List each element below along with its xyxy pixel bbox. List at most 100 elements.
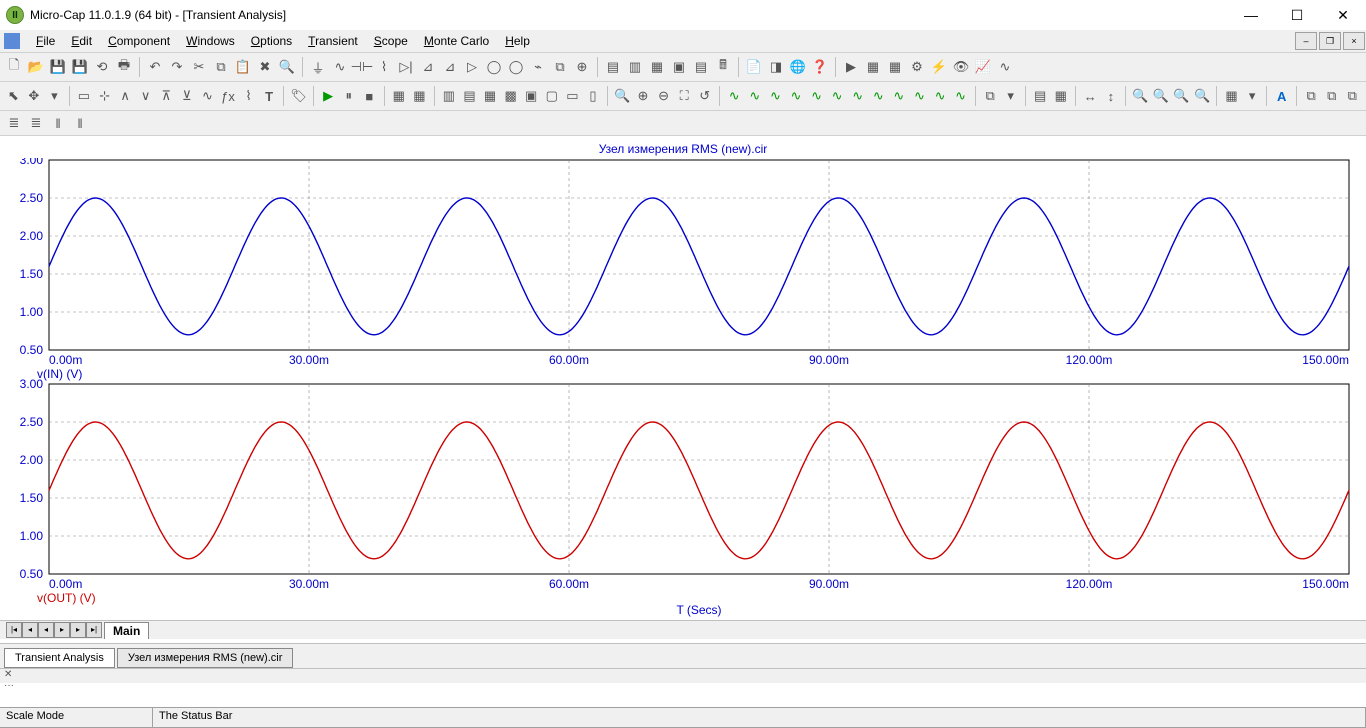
redo-icon[interactable]: ↷ [167,57,187,77]
menu-options[interactable]: Options [243,32,300,50]
scale-icon[interactable]: ▭ [75,86,94,106]
clip3-icon[interactable]: ⧉ [1343,86,1362,106]
xfmr-icon[interactable]: ⧉ [550,57,570,77]
cascade-icon[interactable]: ▦ [647,57,667,77]
mdi-minimize[interactable]: – [1295,32,1317,50]
menu-transient[interactable]: Transient [300,32,366,50]
zoomy-in-icon[interactable]: 🔍 [1172,86,1191,106]
tile-h-icon[interactable]: ▤ [603,57,623,77]
help-globe-icon[interactable]: ❓ [810,57,830,77]
menu-edit[interactable]: Edit [63,32,100,50]
plot-canvas[interactable]: 0.501.001.502.002.503.000.00m30.00m60.00… [5,158,1361,618]
resistor-icon[interactable]: ∿ [330,57,350,77]
numeric-icon[interactable]: ▦ [390,86,409,106]
go-icon[interactable]: ▶ [319,86,338,106]
grid4-icon[interactable]: ▩ [501,86,520,106]
wave9-icon[interactable]: ∿ [890,86,909,106]
high-icon[interactable]: ⊼ [157,86,176,106]
tile-v-icon[interactable]: ▥ [625,57,645,77]
stepping-icon[interactable]: ▦ [885,57,905,77]
nav-prev2-icon[interactable]: ◂ [38,622,54,638]
nav-next-icon[interactable]: ▸ [54,622,70,638]
stop-icon[interactable]: ■ [360,86,379,106]
fft-icon[interactable]: ∿ [995,57,1015,77]
mdi-close[interactable]: × [1343,32,1365,50]
close-button[interactable]: ✕ [1320,0,1366,30]
grid5-icon[interactable]: ▣ [522,86,541,106]
mdi-icon[interactable] [4,33,20,49]
npn-icon[interactable]: ⊿ [418,57,438,77]
nav-next2-icon[interactable]: ▸ [70,622,86,638]
opamp-icon[interactable]: ▷ [462,57,482,77]
zoomx-in-icon[interactable]: 🔍 [1131,86,1150,106]
maximize-button[interactable]: ☐ [1274,0,1320,30]
3d-icon[interactable]: ◨ [766,57,786,77]
inductor-icon[interactable]: ⌇ [374,57,394,77]
align-left-icon[interactable]: ≣ [4,113,24,133]
diode-icon[interactable]: ▷| [396,57,416,77]
grid1-icon[interactable]: ▥ [440,86,459,106]
wave8-icon[interactable]: ∿ [869,86,888,106]
vcursor-icon[interactable]: ↕ [1102,86,1121,106]
window-list-icon[interactable]: ▤ [691,57,711,77]
panel-close-strip[interactable]: ✕··· [0,668,1366,683]
open-icon[interactable]: 📂 [26,57,46,77]
grid7-icon[interactable]: ▭ [563,86,582,106]
pan-icon[interactable]: ✥ [25,86,44,106]
tag-icon[interactable]: 🏷 [289,86,308,106]
zoom-prev-icon[interactable]: ↺ [695,86,714,106]
cursor-icon[interactable]: ⊹ [95,86,114,106]
color-icon[interactable]: ▦ [1222,86,1241,106]
mdi-restore[interactable]: ❐ [1319,32,1341,50]
tab-main[interactable]: Main [104,622,149,639]
zoomx-out-icon[interactable]: 🔍 [1152,86,1171,106]
props-icon[interactable]: ▤ [1031,86,1050,106]
tab-circuit-file[interactable]: Узел измерения RMS (new).cir [117,648,294,668]
source-i-icon[interactable]: ◯ [506,57,526,77]
low-icon[interactable]: ⊻ [178,86,197,106]
zoom-region-icon[interactable]: 🔍 [613,86,632,106]
source-v-icon[interactable]: ◯ [484,57,504,77]
grid8-icon[interactable]: ▯ [584,86,603,106]
ground-icon[interactable]: ⏚ [308,57,328,77]
delete-icon[interactable]: ✖ [255,57,275,77]
align-bottom-icon[interactable]: ‖ [70,113,90,133]
wave1-icon[interactable]: ∿ [725,86,744,106]
wave10-icon[interactable]: ∿ [910,86,929,106]
envelope-icon[interactable]: ⌇ [239,86,258,106]
inflect-icon[interactable]: ∿ [198,86,217,106]
dropdown-icon[interactable]: ▾ [45,86,64,106]
globe-icon[interactable]: 🌐 [788,57,808,77]
run-icon[interactable]: ▶ [841,57,861,77]
wave2-icon[interactable]: ∿ [746,86,765,106]
wave12-icon[interactable]: ∿ [951,86,970,106]
wave11-icon[interactable]: ∿ [931,86,950,106]
calculator-icon[interactable]: 🖩 [713,57,733,77]
valley-icon[interactable]: ∨ [136,86,155,106]
dd-icon[interactable]: ▾ [1001,86,1020,106]
probe2-icon[interactable]: ▦ [410,86,429,106]
tab-transient-analysis[interactable]: Transient Analysis [4,648,115,668]
print-icon[interactable]: 🖶 [114,57,134,77]
pause-icon[interactable]: ⏸ [339,86,358,106]
output-icon[interactable]: 📄 [744,57,764,77]
wave4-icon[interactable]: ∿ [787,86,806,106]
nav-last-icon[interactable]: ▸| [86,622,102,638]
save-all-icon[interactable]: 💾 [70,57,90,77]
menu-component[interactable]: Component [100,32,178,50]
peak-icon[interactable]: ∧ [116,86,135,106]
menu-monte-carlo[interactable]: Monte Carlo [416,32,497,50]
paste-icon[interactable]: 📋 [233,57,253,77]
probe-icon[interactable]: ⚡ [929,57,949,77]
wave7-icon[interactable]: ∿ [848,86,867,106]
cut-icon[interactable]: ✂ [189,57,209,77]
menu-windows[interactable]: Windows [178,32,243,50]
optimize-icon[interactable]: ⚙ [907,57,927,77]
layout-icon[interactable]: ▦ [1051,86,1070,106]
clip1-icon[interactable]: ⧉ [1302,86,1321,106]
grid3-icon[interactable]: ▦ [481,86,500,106]
perf-icon[interactable]: 📈 [973,57,993,77]
limits-icon[interactable]: ▦ [863,57,883,77]
copy-icon[interactable]: ⧉ [211,57,231,77]
capacitor-icon[interactable]: ⊣⊢ [352,57,372,77]
